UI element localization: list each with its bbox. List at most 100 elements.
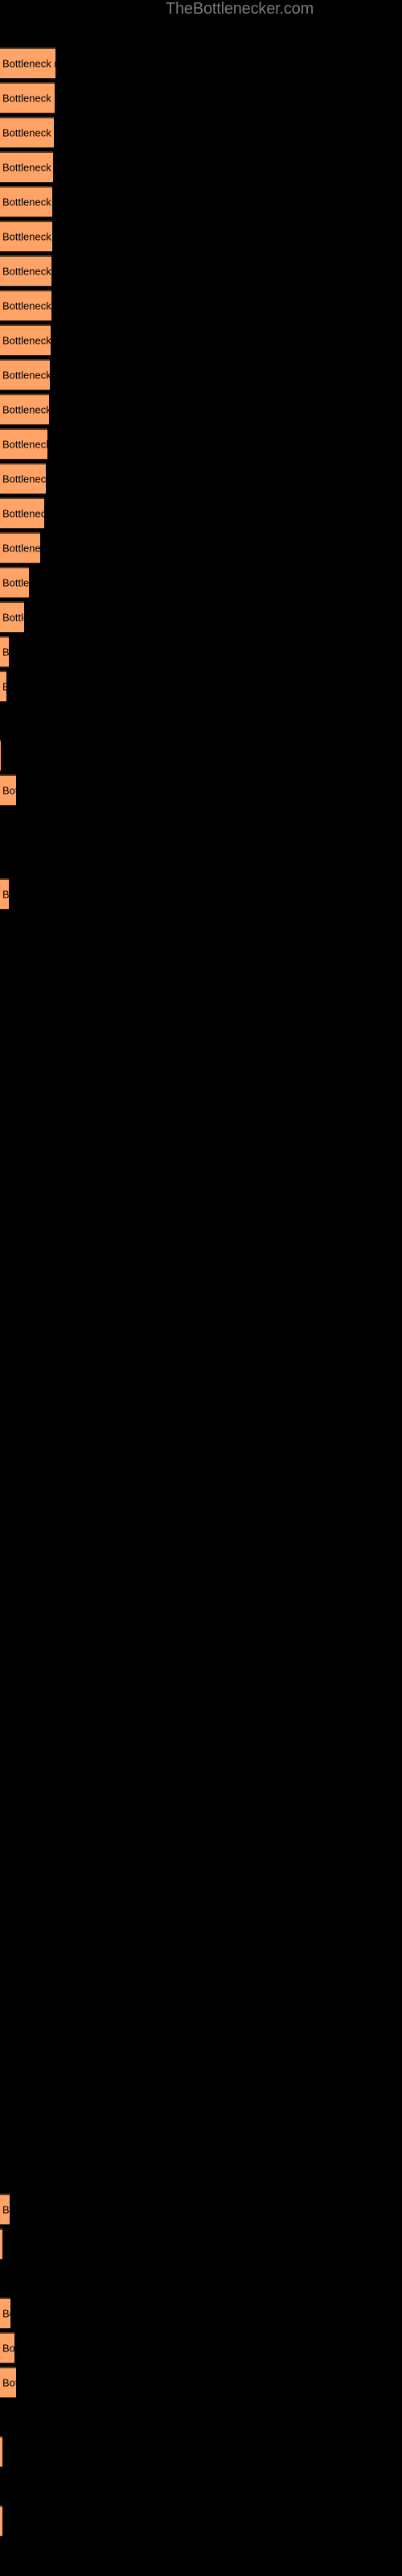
bar[interactable]: Bottleneck result: [0, 774, 16, 806]
bar-row: Bottleneck result: [0, 671, 402, 705]
bar[interactable]: Bottleneck result: [0, 221, 52, 252]
bar-row: [0, 1571, 402, 1605]
bar-label: Bottleneck result: [2, 681, 6, 693]
bar-label: Bottleneck result: [2, 438, 47, 451]
bar-row: [0, 982, 402, 1017]
bar-row: [0, 1709, 402, 1744]
bar-row: [0, 913, 402, 947]
bar-row: Bottleneck result: [0, 82, 402, 117]
bar-row: Bottleneck result: [0, 2228, 402, 2263]
bar[interactable]: Bottleneck result: [0, 532, 40, 564]
bar[interactable]: Bottleneck result: [0, 671, 6, 702]
bar[interactable]: Bottleneck result: [0, 2297, 10, 2329]
bar-row: [0, 1813, 402, 1847]
bar-row: [0, 1778, 402, 1813]
bar-label: Bottleneck result: [2, 299, 51, 312]
bar-label: Bottleneck result: [2, 646, 9, 658]
bar-row: Bottleneck result: [0, 774, 402, 809]
bar-label: Bottleneck result: [2, 784, 16, 797]
bar-label: Bottleneck result: [2, 542, 40, 555]
bar-row: Bottleneck result: [0, 221, 402, 255]
bar-row: Bottleneck result: [0, 532, 402, 567]
bar-row: [0, 2159, 402, 2194]
bar-label: Bottleneck result: [2, 161, 53, 174]
bar-row: [0, 1328, 402, 1363]
bar-label: Bottleneck result: [2, 265, 51, 278]
bar[interactable]: Bottleneck result: [0, 636, 9, 667]
bar-row: [0, 705, 402, 740]
bar-row: Bottleneck result: [0, 117, 402, 151]
bar-row: Bottleneck result: [0, 601, 402, 636]
bottleneck-bar-chart: TheBottlenecker.com Bottleneck resultBot…: [0, 0, 402, 2576]
bar[interactable]: Bottleneck result: [0, 47, 55, 79]
bar-row: [0, 2124, 402, 2159]
bar-label: Bottleneck result: [2, 230, 52, 243]
bar[interactable]: Bottleneck result: [0, 117, 54, 148]
bar-row: [0, 1536, 402, 1571]
bar-row: [0, 1224, 402, 1259]
bar[interactable]: Bottleneck result: [0, 151, 53, 183]
bar[interactable]: Bottleneck result: [0, 394, 49, 425]
bar-row: Bottleneck result: [0, 394, 402, 428]
bar-row: [0, 1121, 402, 1155]
bar[interactable]: Bottleneck result: [0, 324, 51, 356]
bar-label: Bottleneck result: [2, 92, 55, 105]
bar[interactable]: Bottleneck result: [0, 2194, 10, 2225]
bar-row: [0, 1501, 402, 1536]
bar-label: Bottleneck result: [2, 888, 9, 901]
bar-label: Bottleneck result: [2, 2307, 10, 2320]
bar[interactable]: Bottleneck result: [0, 2436, 2, 2467]
bar[interactable]: Bottleneck result: [0, 428, 47, 460]
bar[interactable]: Bottleneck result: [0, 740, 1, 771]
bar[interactable]: Bottleneck result: [0, 497, 44, 529]
bar-row: [0, 2471, 402, 2505]
bar-row: [0, 1363, 402, 1397]
bar[interactable]: Bottleneck result: [0, 2228, 2, 2260]
bar[interactable]: Bottleneck result: [0, 290, 51, 321]
bar-label: Bottleneck result: [2, 507, 44, 520]
bar-row: [0, 947, 402, 982]
bar-row: [0, 2021, 402, 2055]
bar-row: [0, 1674, 402, 1709]
bar-row: Bottleneck result: [0, 463, 402, 497]
bar-row: [0, 2055, 402, 2090]
bar-row: [0, 2401, 402, 2436]
bar[interactable]: Bottleneck result: [0, 601, 24, 633]
bar-row: [0, 1086, 402, 1121]
bar[interactable]: Bottleneck result: [0, 2332, 14, 2363]
bar[interactable]: Bottleneck result: [0, 878, 9, 910]
bar-label: Bottleneck result: [2, 473, 46, 485]
bar-row: Bottleneck result: [0, 878, 402, 913]
bar[interactable]: Bottleneck result: [0, 359, 50, 390]
bar-row: Bottleneck result: [0, 2436, 402, 2471]
bar-row: Bottleneck result: [0, 47, 402, 82]
bar-row: [0, 1294, 402, 1328]
bar-row: Bottleneck result: [0, 428, 402, 463]
bar-row: [0, 1744, 402, 1778]
bar-label: Bottleneck result: [2, 576, 29, 589]
bar-row: [0, 1259, 402, 1294]
bar-label: Bottleneck result: [2, 369, 50, 382]
bar-row: [0, 1467, 402, 1501]
bar-row: [0, 1605, 402, 1640]
bar-row: Bottleneck result: [0, 2505, 402, 2540]
bar-row: Bottleneck result: [0, 2332, 402, 2367]
bar[interactable]: Bottleneck result: [0, 2505, 2, 2537]
bar-label: Bottleneck result: [2, 2342, 14, 2355]
bar-row: Bottleneck result: [0, 497, 402, 532]
bar[interactable]: Bottleneck result: [0, 186, 52, 217]
bar-row: Bottleneck result: [0, 2367, 402, 2401]
bar-row: Bottleneck result: [0, 186, 402, 221]
bar-row: Bottleneck result: [0, 151, 402, 186]
bar-row: Bottleneck result: [0, 324, 402, 359]
bar-row: Bottleneck result: [0, 290, 402, 324]
bar-row: [0, 1155, 402, 1190]
bar[interactable]: Bottleneck result: [0, 463, 46, 494]
bar-row: [0, 2263, 402, 2297]
bar[interactable]: Bottleneck result: [0, 255, 51, 287]
bar[interactable]: Bottleneck result: [0, 2367, 16, 2398]
bar-row: [0, 1397, 402, 1432]
bar[interactable]: Bottleneck result: [0, 567, 29, 598]
bar[interactable]: Bottleneck result: [0, 82, 55, 114]
bar-row: [0, 2090, 402, 2124]
